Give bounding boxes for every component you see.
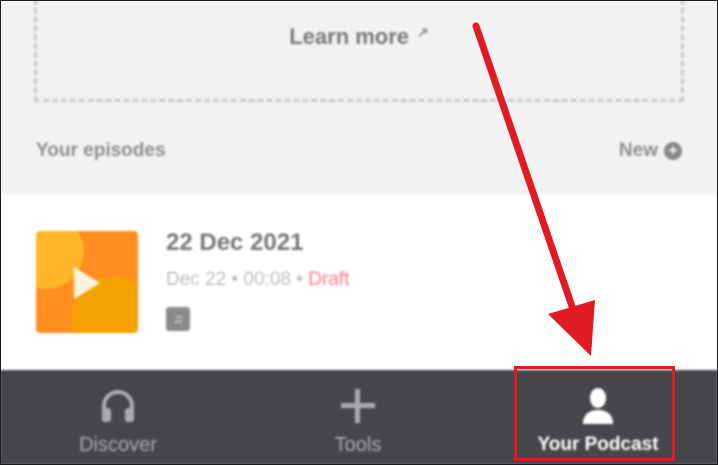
tab-label: Tools [334, 434, 382, 456]
episode-type-icon: ♫ [166, 307, 190, 331]
new-episode-button[interactable]: New + [619, 140, 682, 162]
episode-status: Draft [308, 269, 350, 290]
learn-more-card: Learn more ↗ [34, 0, 684, 102]
headphones-icon [102, 390, 134, 422]
episode-duration: 00:08 [243, 269, 291, 290]
meta-separator: • [296, 269, 303, 290]
learn-more-label: Learn more [289, 24, 410, 49]
annotation-highlight-box [514, 366, 675, 461]
episode-date: Dec 22 [166, 269, 227, 290]
plus-circle-icon: + [664, 142, 682, 160]
tab-label: Discover [79, 434, 157, 456]
episode-list-item[interactable]: 22 Dec 2021 Dec 22 • 00:08 • Draft ♫ [0, 195, 718, 370]
meta-separator: • [231, 269, 239, 290]
new-label: New [618, 140, 658, 161]
top-section: Learn more ↗ Your episodes New + [0, 0, 718, 195]
play-icon [74, 267, 100, 299]
episode-meta: Dec 22 • 00:08 • Draft [166, 269, 349, 291]
episode-thumbnail [36, 231, 138, 333]
tab-discover[interactable]: Discover [18, 370, 218, 465]
episode-title: 22 Dec 2021 [166, 229, 304, 256]
episodes-header: Your episodes New + [36, 140, 682, 170]
learn-more-link[interactable]: Learn more ↗ [37, 24, 681, 50]
plus-icon [341, 389, 375, 423]
external-link-icon: ↗ [417, 24, 429, 40]
tab-tools[interactable]: Tools [258, 370, 458, 465]
section-title: Your episodes [36, 140, 166, 161]
